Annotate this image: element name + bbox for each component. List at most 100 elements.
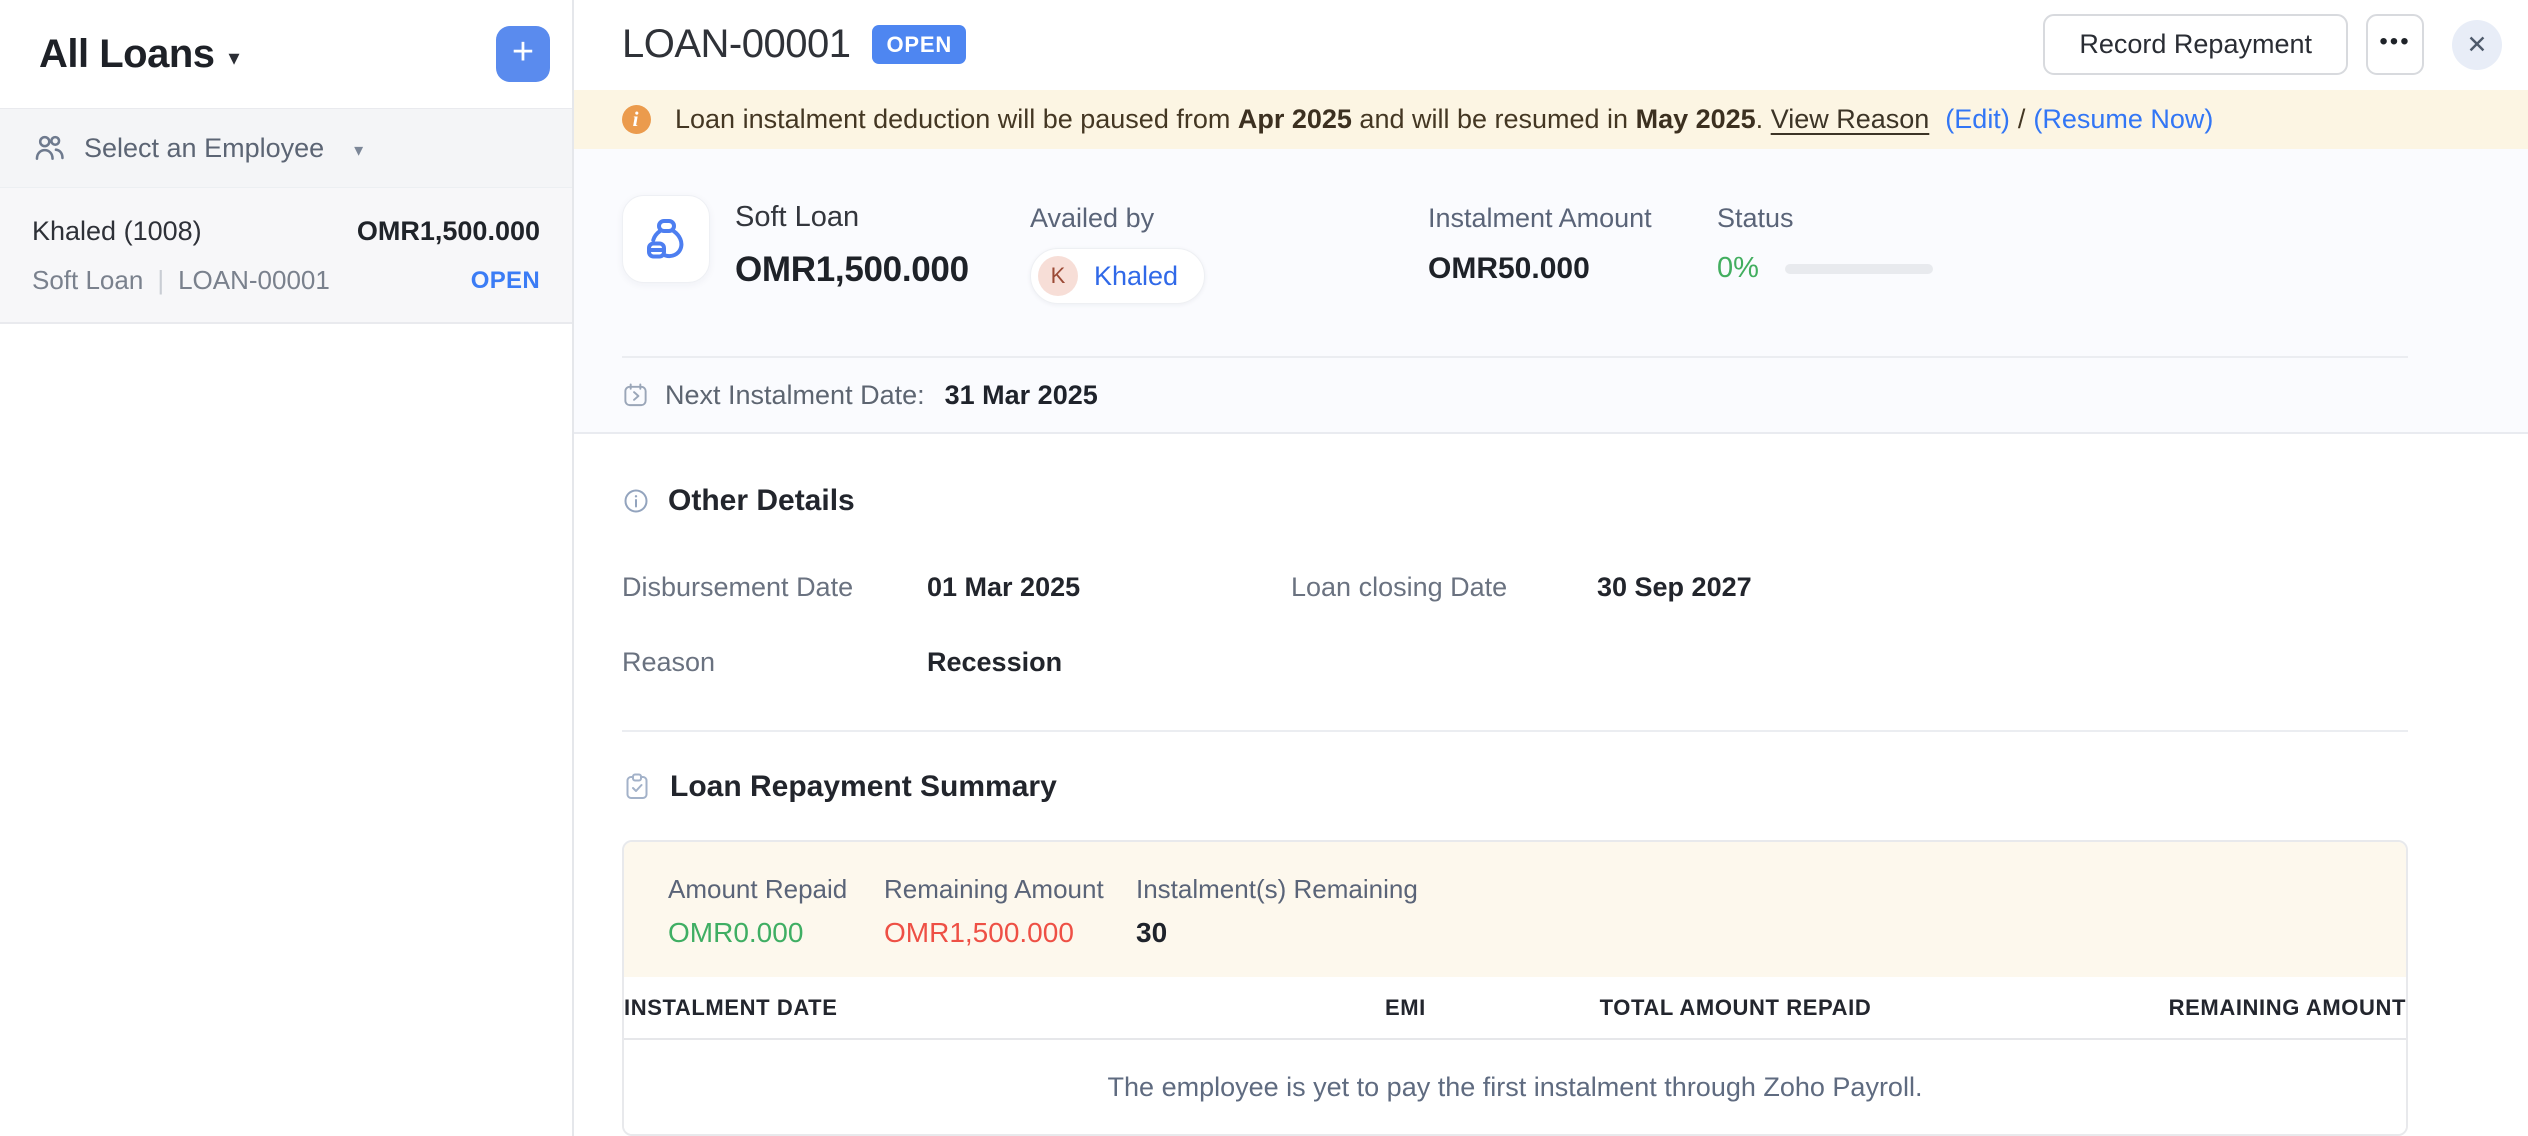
loan-item-row-primary: Khaled (1008) OMR1,500.000 [32, 216, 540, 247]
instalment-amount-value: OMR50.000 [1428, 252, 1717, 286]
stat-value: OMR0.000 [668, 917, 884, 949]
field-label: Loan closing Date [1291, 572, 1597, 603]
sidebar-header: All Loans ▾ + [0, 0, 572, 108]
stat-label: Instalment(s) Remaining [1136, 874, 1418, 905]
info-circle-icon [622, 487, 650, 515]
caret-down-icon: ▾ [229, 45, 240, 71]
other-details-grid: Disbursement Date 01 Mar 2025 Loan closi… [622, 572, 2408, 678]
edit-pause-link[interactable]: (Edit) [1945, 104, 2010, 134]
plus-icon: + [512, 33, 534, 71]
loan-list-item[interactable]: Khaled (1008) OMR1,500.000 Soft Loan | L… [0, 188, 572, 324]
notice-segment: and will be resumed in [1352, 104, 1636, 134]
close-icon: ✕ [2467, 30, 2488, 60]
table-empty-message: The employee is yet to pay the first ins… [624, 1040, 2406, 1134]
column-header: EMI [1248, 977, 1426, 1039]
field-value: Recession [927, 647, 1291, 678]
employees-icon [32, 131, 66, 165]
close-button[interactable]: ✕ [2452, 20, 2502, 70]
add-loan-button[interactable]: + [496, 26, 550, 82]
status-progress-row: 0% [1717, 252, 1933, 285]
loan-detail-panel: LOAN-00001 OPEN Record Repayment ••• ✕ i… [574, 0, 2528, 1136]
stat-amount-repaid: Amount Repaid OMR0.000 [668, 874, 884, 949]
loan-overview-section: Soft Loan OMR1,500.000 Availed by K Khal… [574, 149, 2528, 434]
repayment-table: INSTALMENT DATE EMI TOTAL AMOUNT REPAID … [624, 977, 2406, 1040]
field-label: Reason [622, 647, 927, 678]
repayment-summary-card: Amount Repaid OMR0.000 Remaining Amount … [622, 840, 2408, 1136]
stat-instalments-remaining: Instalment(s) Remaining 30 [1136, 874, 1418, 949]
loan-item-status: OPEN [471, 267, 540, 295]
info-icon: i [622, 105, 651, 134]
employee-filter-placeholder: Select an Employee [84, 133, 324, 164]
loan-amount: OMR1,500.000 [735, 250, 1030, 290]
next-instalment-label: Next Instalment Date: [665, 380, 925, 411]
loan-item-id: LOAN-00001 [178, 265, 330, 296]
ellipsis-icon: ••• [2379, 28, 2410, 55]
status-block: Status 0% [1717, 195, 1933, 304]
stat-value: 30 [1136, 917, 1418, 949]
stat-label: Amount Repaid [668, 874, 884, 905]
availed-by-label: Availed by [1030, 203, 1428, 234]
field-label: Disbursement Date [622, 572, 927, 603]
stat-value: OMR1,500.000 [884, 917, 1136, 949]
instalment-amount-label: Instalment Amount [1428, 203, 1717, 234]
money-bag-icon [642, 215, 690, 263]
loan-item-type: Soft Loan [32, 265, 143, 296]
employee-name-link: Khaled [1094, 261, 1178, 292]
detail-header: LOAN-00001 OPEN Record Repayment ••• ✕ [574, 0, 2528, 90]
other-details-heading: Other Details [622, 484, 2408, 518]
page-title: LOAN-00001 [622, 22, 850, 67]
next-instalment-row: Next Instalment Date: 31 Mar 2025 [574, 358, 2528, 432]
sidebar: All Loans ▾ + Select an Employee ▾ Kha [0, 0, 574, 1136]
progress-percent: 0% [1717, 252, 1759, 285]
instalment-amount-block: Instalment Amount OMR50.000 [1428, 195, 1717, 304]
loan-type: Soft Loan [735, 201, 1030, 234]
divider: | [157, 265, 164, 296]
view-reason-link[interactable]: View Reason [1771, 104, 1930, 134]
repayment-stats: Amount Repaid OMR0.000 Remaining Amount … [624, 842, 2406, 977]
loan-item-employee: Khaled (1008) [32, 216, 202, 247]
stat-remaining-amount: Remaining Amount OMR1,500.000 [884, 874, 1136, 949]
pause-notice-banner: i Loan instalment deduction will be paus… [574, 90, 2528, 149]
resume-now-link[interactable]: (Resume Now) [2033, 104, 2213, 134]
detail-content: Other Details Disbursement Date 01 Mar 2… [574, 434, 2528, 1136]
column-header: REMAINING AMOUNT [1871, 977, 2406, 1039]
pause-notice-text: Loan instalment deduction will be paused… [675, 104, 2213, 135]
loan-item-amount: OMR1,500.000 [357, 216, 540, 247]
avatar: K [1038, 256, 1078, 296]
employee-chip[interactable]: K Khaled [1030, 248, 1205, 304]
loan-overview-row: Soft Loan OMR1,500.000 Availed by K Khal… [574, 149, 2528, 304]
notice-segment: . [1756, 104, 1771, 134]
loan-type-tile [622, 195, 710, 283]
record-repayment-button[interactable]: Record Repayment [2043, 14, 2348, 75]
calendar-next-icon [622, 382, 649, 409]
divider [622, 730, 2408, 732]
link-separator: / [2018, 104, 2026, 134]
status-label: Status [1717, 203, 1933, 234]
next-instalment-value: 31 Mar 2025 [945, 380, 1098, 411]
more-actions-button[interactable]: ••• [2366, 14, 2424, 75]
caret-down-icon: ▾ [354, 140, 363, 161]
loan-app: All Loans ▾ + Select an Employee ▾ Kha [0, 0, 2528, 1136]
progress-bar [1785, 264, 1933, 274]
loan-amount-block: Soft Loan OMR1,500.000 [735, 195, 1030, 304]
status-badge: OPEN [872, 25, 966, 64]
notice-segment: Loan instalment deduction will be paused… [675, 104, 1238, 134]
field-value: 01 Mar 2025 [927, 572, 1291, 603]
repayment-summary-heading: Loan Repayment Summary [622, 770, 2408, 804]
clipboard-check-icon [622, 772, 652, 802]
repayment-summary-title: Loan Repayment Summary [670, 770, 1057, 804]
resume-month: May 2025 [1636, 104, 1756, 134]
header-actions: Record Repayment ••• ✕ [2043, 14, 2502, 75]
other-details-title: Other Details [668, 484, 855, 518]
field-value: 30 Sep 2027 [1597, 572, 2408, 603]
employee-filter-select[interactable]: Select an Employee ▾ [0, 108, 572, 188]
stat-label: Remaining Amount [884, 874, 1136, 905]
pause-month: Apr 2025 [1238, 104, 1352, 134]
loan-item-row-secondary: Soft Loan | LOAN-00001 OPEN [32, 265, 540, 296]
sidebar-title: All Loans [39, 32, 215, 77]
table-header-row: INSTALMENT DATE EMI TOTAL AMOUNT REPAID … [624, 977, 2406, 1039]
availed-by-block: Availed by K Khaled [1030, 195, 1428, 304]
loans-filter-dropdown[interactable]: All Loans ▾ [39, 32, 496, 77]
column-header: TOTAL AMOUNT REPAID [1426, 977, 1872, 1039]
column-header: INSTALMENT DATE [624, 977, 1248, 1039]
